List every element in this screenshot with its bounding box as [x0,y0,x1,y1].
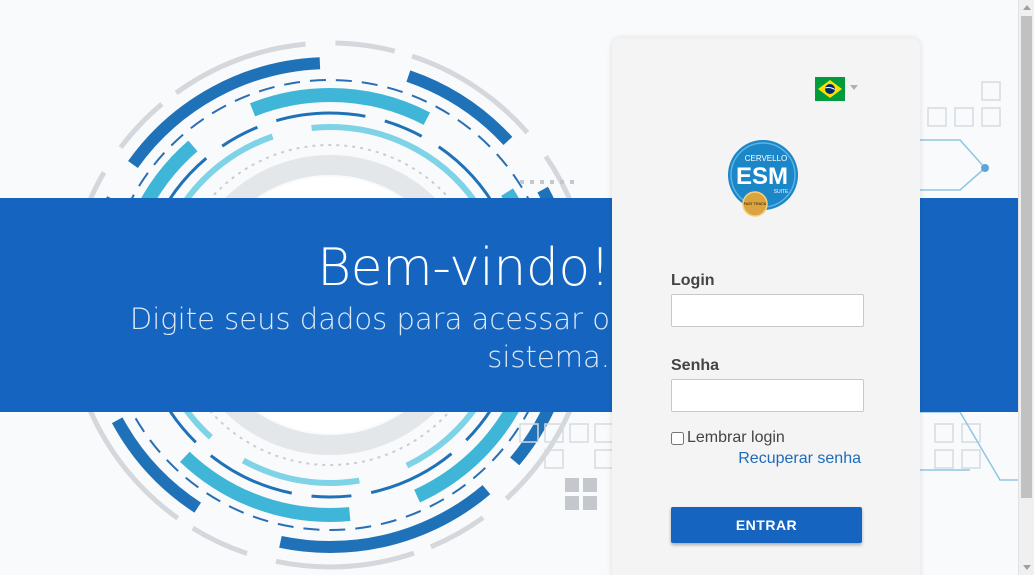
logo-badge: FAST TRACK [744,202,767,206]
login-card: CERVELLO ESM SUITE FAST TRACK Login Senh… [612,38,920,575]
caret-down-icon [850,85,858,90]
login-label: Login [671,272,715,289]
logo-suite: SUITE [774,189,789,195]
scroll-up-icon[interactable] [1023,5,1031,10]
brazil-flag-icon [815,77,845,101]
login-page: Bem-vindo! Digite seus dados para acessa… [0,0,1018,575]
remember-login-checkbox[interactable] [671,431,684,445]
vertical-scrollbar[interactable] [1018,0,1034,575]
recover-password-link[interactable]: Recuperar senha [738,450,861,468]
language-selector[interactable] [815,77,859,101]
scrollbar-thumb[interactable] [1021,16,1032,498]
password-input[interactable] [671,379,864,412]
remember-login-label: Lembrar login [687,429,785,446]
logo-brand: CERVELLO [745,154,788,163]
welcome-title: Bem-vindo! [317,238,610,298]
remember-login: Lembrar login [671,429,785,447]
welcome-subtitle: Digite seus dados para acessar o sistema… [129,302,610,374]
esm-logo: CERVELLO ESM SUITE FAST TRACK [728,140,798,217]
password-label: Senha [671,357,720,374]
login-input[interactable] [671,294,864,327]
logo-product: ESM [736,163,788,190]
scroll-down-icon[interactable] [1023,565,1031,570]
submit-button[interactable]: ENTRAR [671,507,862,543]
